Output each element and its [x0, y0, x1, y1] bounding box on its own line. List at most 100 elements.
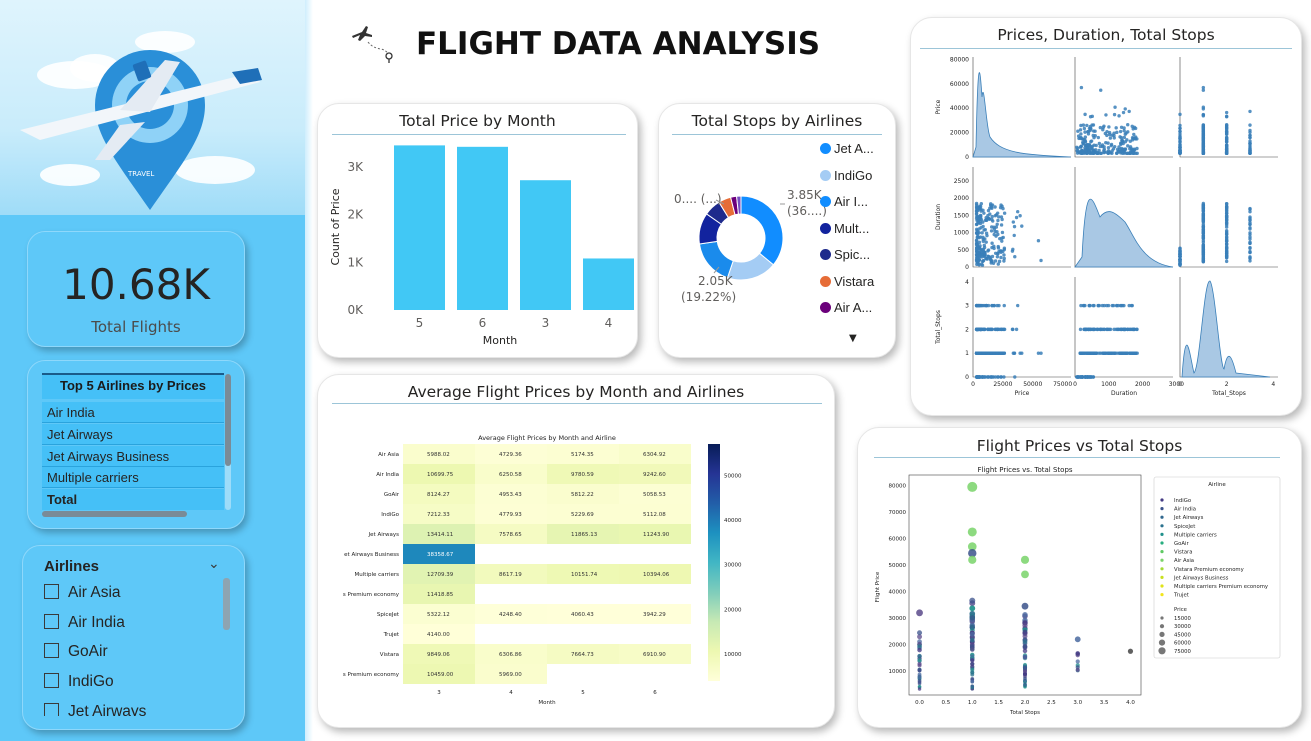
- slice-small-label: 0.... (...): [674, 192, 722, 206]
- legend-item[interactable]: IndiGo: [820, 168, 872, 183]
- scatter-point: [1099, 88, 1103, 92]
- scatter-point: [1020, 351, 1024, 355]
- legend-item[interactable]: Mult...: [820, 221, 869, 236]
- table-row[interactable]: Jet Airways: [42, 424, 224, 445]
- table-horizontal-scrollbar[interactable]: [42, 511, 187, 517]
- legend-dot: [1160, 558, 1164, 562]
- legend-item[interactable]: Vistara: [820, 274, 874, 289]
- cell-value: 10459.00: [427, 672, 454, 678]
- scatter-point: [995, 255, 1000, 259]
- scatter-point: [1011, 220, 1016, 224]
- scatter-point: [1075, 667, 1080, 672]
- scatter-point: [917, 661, 922, 666]
- scatter-point: [986, 375, 990, 379]
- top-airlines-header[interactable]: Top 5 Airlines by Prices: [42, 373, 224, 399]
- cell-value: 11418.85: [427, 592, 454, 598]
- legend-dot: [1160, 532, 1164, 536]
- scatter-point: [967, 527, 977, 537]
- scatter-point: [989, 225, 994, 229]
- slicer-item-indigo[interactable]: IndiGo: [44, 670, 114, 694]
- scatter-point: [1224, 259, 1229, 264]
- scatter-point: [1248, 141, 1252, 145]
- legend-label: Multiple carriers: [1174, 532, 1217, 538]
- scatter-point: [999, 223, 1004, 227]
- y-axis-label: Flight Price: [875, 571, 881, 602]
- scatter-point: [1248, 149, 1252, 153]
- scatter-point: [1122, 135, 1127, 140]
- kde-duration: [1074, 198, 1174, 268]
- legend-swatch: [820, 196, 831, 207]
- scatter-point: [1022, 644, 1028, 649]
- legend-item[interactable]: Jet A...: [820, 141, 874, 156]
- legend-item[interactable]: Air I...: [820, 194, 868, 209]
- legend-swatch: [820, 249, 831, 260]
- legend-label: IndiGo: [834, 167, 873, 183]
- scatter-point: [1248, 227, 1252, 231]
- scatter-point: [1021, 570, 1029, 579]
- legend-label: Jet Airways Business: [1173, 575, 1229, 581]
- slicer-scrollbar[interactable]: [223, 578, 230, 630]
- scatter-point: [975, 214, 979, 219]
- slicer-item-goair[interactable]: GoAir: [44, 640, 108, 664]
- scatter-point: [1126, 351, 1130, 355]
- slicer-item-air-india[interactable]: Air India: [44, 611, 125, 635]
- scatter-point: [1135, 151, 1139, 156]
- legend-label: SpiceJet: [1174, 524, 1195, 530]
- scatter-point: [1085, 123, 1089, 128]
- legend-dot: [1160, 593, 1164, 597]
- slicer-item-air-asia[interactable]: Air Asia: [44, 581, 121, 605]
- plot-subtitle: Flight Prices vs. Total Stops: [977, 466, 1072, 474]
- legend-dot: [1160, 541, 1164, 545]
- scatter-point: [1224, 131, 1229, 135]
- chevron-down-icon[interactable]: ⌄: [208, 556, 220, 572]
- legend-item[interactable]: Spic...: [820, 247, 870, 262]
- scatter-point: [1022, 622, 1028, 629]
- x-tick-label: 3.0: [1073, 700, 1082, 706]
- table-row[interactable]: Multiple carriers: [42, 467, 224, 488]
- slicer-item-jet-airways[interactable]: Jet Airways: [44, 700, 146, 716]
- scatter-point: [969, 647, 975, 652]
- checkbox[interactable]: [44, 614, 59, 629]
- scatter-point: [1094, 143, 1098, 148]
- y-tick-label: 500: [958, 247, 970, 254]
- panel-axes: [972, 277, 1071, 378]
- table-scroll-thumb[interactable]: [225, 374, 231, 466]
- scatter-point: [1095, 327, 1099, 332]
- table-vertical-scrollbar[interactable]: [225, 374, 231, 510]
- scatter-point: [1178, 112, 1182, 117]
- cell-value: 4953.43: [499, 492, 522, 498]
- scatter-point: [1201, 211, 1206, 215]
- scatter-point: [1114, 303, 1119, 308]
- scatter-point: [1012, 233, 1016, 238]
- scatter-point: [983, 375, 987, 379]
- scatter-point: [916, 609, 923, 617]
- checkbox[interactable]: [44, 643, 59, 658]
- scatter-point: [1126, 123, 1130, 127]
- table-row[interactable]: Air India: [42, 402, 224, 423]
- scatter-point: [1133, 126, 1138, 131]
- cell-value: 5058.53: [643, 492, 666, 498]
- scatter-point: [1128, 139, 1132, 143]
- table-row[interactable]: Jet Airways Business: [42, 446, 224, 467]
- y-tick-label: 1: [965, 350, 969, 357]
- checkbox[interactable]: [44, 673, 59, 688]
- scatter-point: [1104, 113, 1108, 117]
- price-by-month-chart: 0K 1K 2K 3K 5 6 3 4 Month Count of Price: [329, 145, 634, 347]
- scatter-point: [1020, 224, 1024, 228]
- legend-item[interactable]: Air A...: [820, 300, 872, 315]
- legend-label: Vistara: [834, 273, 875, 289]
- cell-value: 8124.27: [427, 492, 450, 498]
- cell-value: 9849.06: [427, 652, 450, 658]
- scatter-point: [1201, 85, 1206, 90]
- scatter-point: [1096, 303, 1101, 308]
- checkbox[interactable]: [44, 703, 59, 716]
- checkbox[interactable]: [44, 584, 59, 599]
- total-flights-value: 10.68K: [62, 260, 210, 309]
- scatter-point: [1105, 327, 1109, 332]
- scatter-point: [1224, 225, 1229, 229]
- y-tick-label: 2500: [954, 178, 969, 185]
- legend-scroll-down-icon[interactable]: ▼: [849, 333, 857, 344]
- legend-title: Airline: [1208, 482, 1226, 488]
- scatter-point: [1089, 140, 1093, 144]
- scatter-point: [1121, 110, 1126, 115]
